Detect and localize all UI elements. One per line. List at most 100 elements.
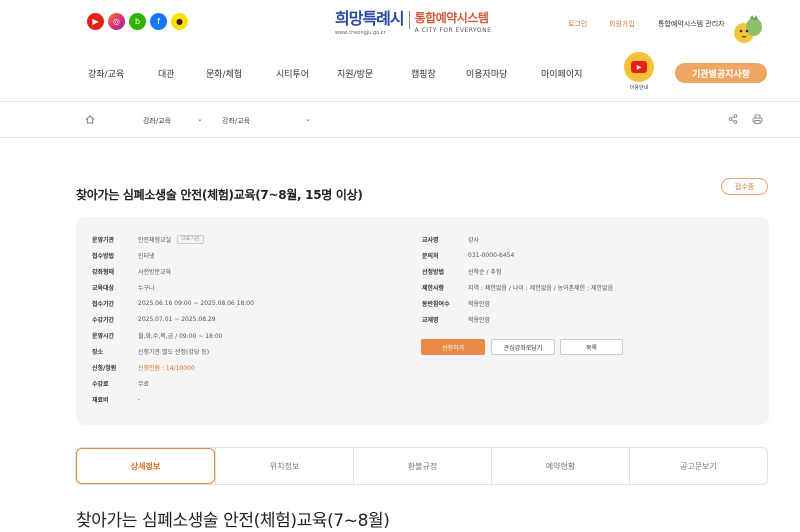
- mascot-icon: [734, 15, 762, 43]
- status-badge: 접수중: [721, 178, 768, 195]
- info-label: 운영시간: [92, 332, 115, 340]
- logo-url-text: www.cheongju.go.kr: [335, 30, 386, 36]
- info-row-fee: 수강료 무료: [92, 377, 149, 389]
- info-value: 신청기관 별도 선정(강당 등): [138, 348, 210, 356]
- info-label: 수강료: [92, 380, 109, 388]
- info-row-place: 장소 신청기관 별도 선정(강당 등): [92, 345, 209, 357]
- chevron-down-icon[interactable]: ⌄: [305, 115, 311, 123]
- info-label: 교사명: [422, 236, 439, 244]
- instagram-icon[interactable]: ◎: [108, 13, 125, 30]
- info-row-target: 교육대상 누구나: [92, 281, 155, 293]
- nav-item-community[interactable]: 이용자마당: [466, 67, 541, 80]
- logo-divider: [408, 11, 410, 29]
- info-label: 신청/정원: [92, 364, 117, 372]
- login-link[interactable]: 로그인: [568, 19, 587, 29]
- tab-refund-policy[interactable]: 환불규정: [353, 448, 491, 484]
- info-value: 안전체험교실: [138, 236, 172, 244]
- chevron-down-icon[interactable]: ⌄: [197, 115, 203, 123]
- info-row-companions: 동반참여수 적용안함: [422, 297, 490, 309]
- nav-item-culture[interactable]: 문화/체험: [206, 67, 276, 80]
- info-value: 무료: [138, 380, 150, 388]
- info-label: 교재명: [422, 316, 439, 324]
- applicant-count: 신청인원 : 14/10000: [138, 364, 195, 372]
- usage-guide-label: 이용안내: [629, 85, 649, 91]
- info-label: 장소: [92, 348, 104, 356]
- tab-announcement[interactable]: 공고문보기: [629, 448, 767, 484]
- tab-detail-info[interactable]: 상세정보: [76, 448, 215, 484]
- admin-link[interactable]: 통합예약시스템 관리자: [658, 19, 725, 29]
- info-tag: 대표기관: [177, 234, 204, 244]
- info-row-course-period: 수강기간 2025.07.01 ~ 2025.08.29: [92, 313, 216, 325]
- site-logo[interactable]: 희망특례시 www.cheongju.go.kr 통합예약시스템 A CITY …: [335, 9, 492, 36]
- apply-button[interactable]: 신청하기: [421, 339, 485, 355]
- info-row-textbook: 교재명 적용안함: [422, 313, 490, 325]
- logo-main-text: 희망특례시: [335, 9, 405, 28]
- info-value: 강사: [468, 236, 480, 244]
- info-row-hours: 운영시간 월,화,수,목,금 / 09:00 ~ 18:00: [92, 329, 223, 341]
- nav-item-citytour[interactable]: 시티투어: [276, 67, 337, 80]
- logo-slogan-text: A CITY FOR EVERYONE: [414, 27, 492, 34]
- detail-tabs: 상세정보 위치정보 환불규정 예약현황 공고문보기: [75, 447, 768, 485]
- info-row-operator: 운영기관 안전체험교실 대표기관: [92, 233, 204, 245]
- header-divider: [0, 101, 800, 102]
- logo-system-text: 통합예약시스템: [414, 11, 489, 25]
- info-value: 인터넷: [138, 252, 155, 260]
- page-title: 찾아가는 심폐소생술 안전(체험)교육(7~8월, 15명 이상): [76, 188, 363, 202]
- info-label: 제한사항: [422, 284, 445, 292]
- info-value: 월,화,수,목,금 / 09:00 ~ 18:00: [138, 332, 223, 340]
- info-label: 재료비: [92, 396, 109, 404]
- info-row-contact: 문의처 031-0000-6454: [422, 249, 514, 261]
- nav-item-rental[interactable]: 대관: [158, 67, 206, 80]
- tab-reservation-status[interactable]: 예약현황: [491, 448, 629, 484]
- info-label: 수강기간: [92, 316, 115, 324]
- info-row-apply-period: 접수기간 2025.06.16 09:00 ~ 2025.08.06 18:00: [92, 297, 254, 309]
- info-label: 문의처: [422, 252, 439, 260]
- list-button[interactable]: 목록: [560, 339, 623, 355]
- info-row-material: 재료비 -: [92, 393, 140, 405]
- nav-item-mypage[interactable]: 마이페이지: [541, 67, 601, 80]
- nav-item-lecture[interactable]: 강좌/교육: [88, 67, 158, 80]
- info-label: 동반참여수: [422, 300, 450, 308]
- info-row-method: 접수방법 인터넷: [92, 249, 155, 261]
- add-favorite-button[interactable]: 관심강좌로담기: [491, 339, 555, 355]
- share-icon[interactable]: [728, 114, 738, 124]
- youtube-icon[interactable]: ▶: [87, 13, 104, 30]
- agency-notice-button[interactable]: 기관별공지사항: [675, 63, 767, 83]
- info-value: 적용안함: [468, 300, 491, 308]
- info-value: 2025.06.16 09:00 ~ 2025.08.06 18:00: [138, 299, 254, 307]
- info-label: 강좌형태: [92, 268, 115, 276]
- info-row-restrictions: 제한사항 지역 : 제한없음 / 나이 : 제한없음 / 농어촌제한 : 제한없…: [422, 281, 613, 293]
- info-label: 운영기관: [92, 236, 115, 244]
- info-value: 누구나: [138, 284, 155, 292]
- signup-link[interactable]: 회원가입: [609, 19, 635, 29]
- info-label: 접수방법: [92, 252, 115, 260]
- info-value: 지역 : 제한없음 / 나이 : 제한없음 / 농어촌제한 : 제한없음: [468, 284, 614, 292]
- breadcrumb-level1[interactable]: 강좌/교육: [143, 116, 171, 126]
- info-value: 사전방문교육: [138, 268, 172, 276]
- usage-guide-video[interactable]: ▶ 이용안내: [622, 52, 656, 91]
- play-icon: ▶: [631, 61, 647, 73]
- info-value: 031-0000-6454: [468, 251, 515, 259]
- home-icon[interactable]: [85, 115, 95, 124]
- info-row-capacity: 신청/정원 신청인원 : 14/10000: [92, 361, 195, 373]
- blog-icon[interactable]: b: [129, 13, 146, 30]
- info-value: 2025.07.01 ~ 2025.08.29: [138, 315, 216, 323]
- kakao-icon[interactable]: ●: [171, 13, 188, 30]
- content-title: 찾아가는 심폐소생술 안전(체험)교육(7~8월): [76, 511, 390, 531]
- print-icon[interactable]: [752, 114, 763, 124]
- info-value: 선착순 / 추첨: [468, 268, 502, 276]
- info-row-selection: 선정방법 선착순 / 추첨: [422, 265, 501, 277]
- facebook-icon[interactable]: f: [150, 13, 167, 30]
- breadcrumb-level2[interactable]: 강좌/교육: [222, 116, 250, 126]
- nav-item-support[interactable]: 지원/방문: [337, 67, 411, 80]
- tab-location[interactable]: 위치정보: [215, 448, 353, 484]
- info-label: 교육대상: [92, 284, 115, 292]
- social-links: ▶ ◎ b f ●: [87, 13, 188, 30]
- info-value: -: [138, 395, 141, 403]
- main-nav: 강좌/교육 대관 문화/체험 시티투어 지원/방문 캠핑장 이용자마당 마이페이…: [88, 67, 601, 80]
- nav-item-camping[interactable]: 캠핑장: [411, 67, 466, 80]
- info-label: 접수기간: [92, 300, 115, 308]
- youtube-guide-icon: ▶: [624, 52, 654, 82]
- info-row-teacher: 교사명 강사: [422, 233, 479, 245]
- info-row-type: 강좌형태 사전방문교육: [92, 265, 171, 277]
